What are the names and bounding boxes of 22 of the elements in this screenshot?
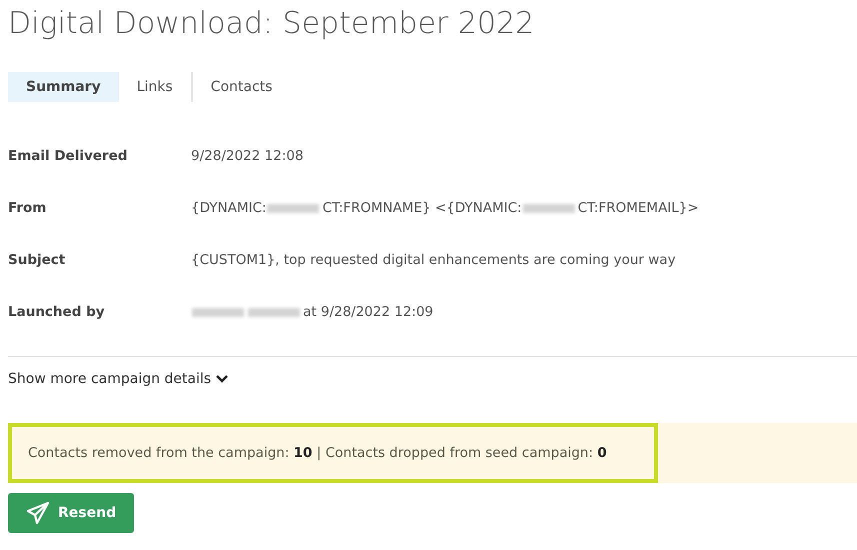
page-title: Digital Download: September 2022 <box>8 5 536 43</box>
redacted-text <box>248 308 300 317</box>
tab[interactable]: Contacts <box>192 72 290 102</box>
detail-value: {DYNAMIC: <box>191 200 266 216</box>
redacted-text <box>267 204 320 213</box>
paper-plane-icon <box>26 501 50 525</box>
chevron-icon <box>215 374 230 384</box>
show-more-link[interactable]: Show more campaign details <box>8 371 230 387</box>
detail-value: at 9/28/2022 12:09 <box>303 304 434 320</box>
detail-value: CT:FROMNAME} <{DYNAMIC: <box>322 200 522 216</box>
detail-label: Subject <box>8 252 66 268</box>
redacted-text <box>192 308 244 317</box>
detail-label: Email Delivered <box>8 148 128 164</box>
detail-label: Launched by <box>8 304 106 320</box>
tab[interactable]: Summary <box>8 72 119 102</box>
notice-text: Contacts removed from the campaign: 10 | Contacts dropped from seed campaign: 0 <box>28 445 607 461</box>
detail-value: {CUSTOM1}, top requested digital enhancements are coming your way <box>191 252 676 268</box>
redacted-text <box>522 204 575 213</box>
detail-value: CT:FROMEMAIL}> <box>578 200 699 216</box>
detail-value: 9/28/2022 12:08 <box>191 148 304 164</box>
tab[interactable]: Links <box>118 72 191 102</box>
detail-label: From <box>8 200 48 216</box>
